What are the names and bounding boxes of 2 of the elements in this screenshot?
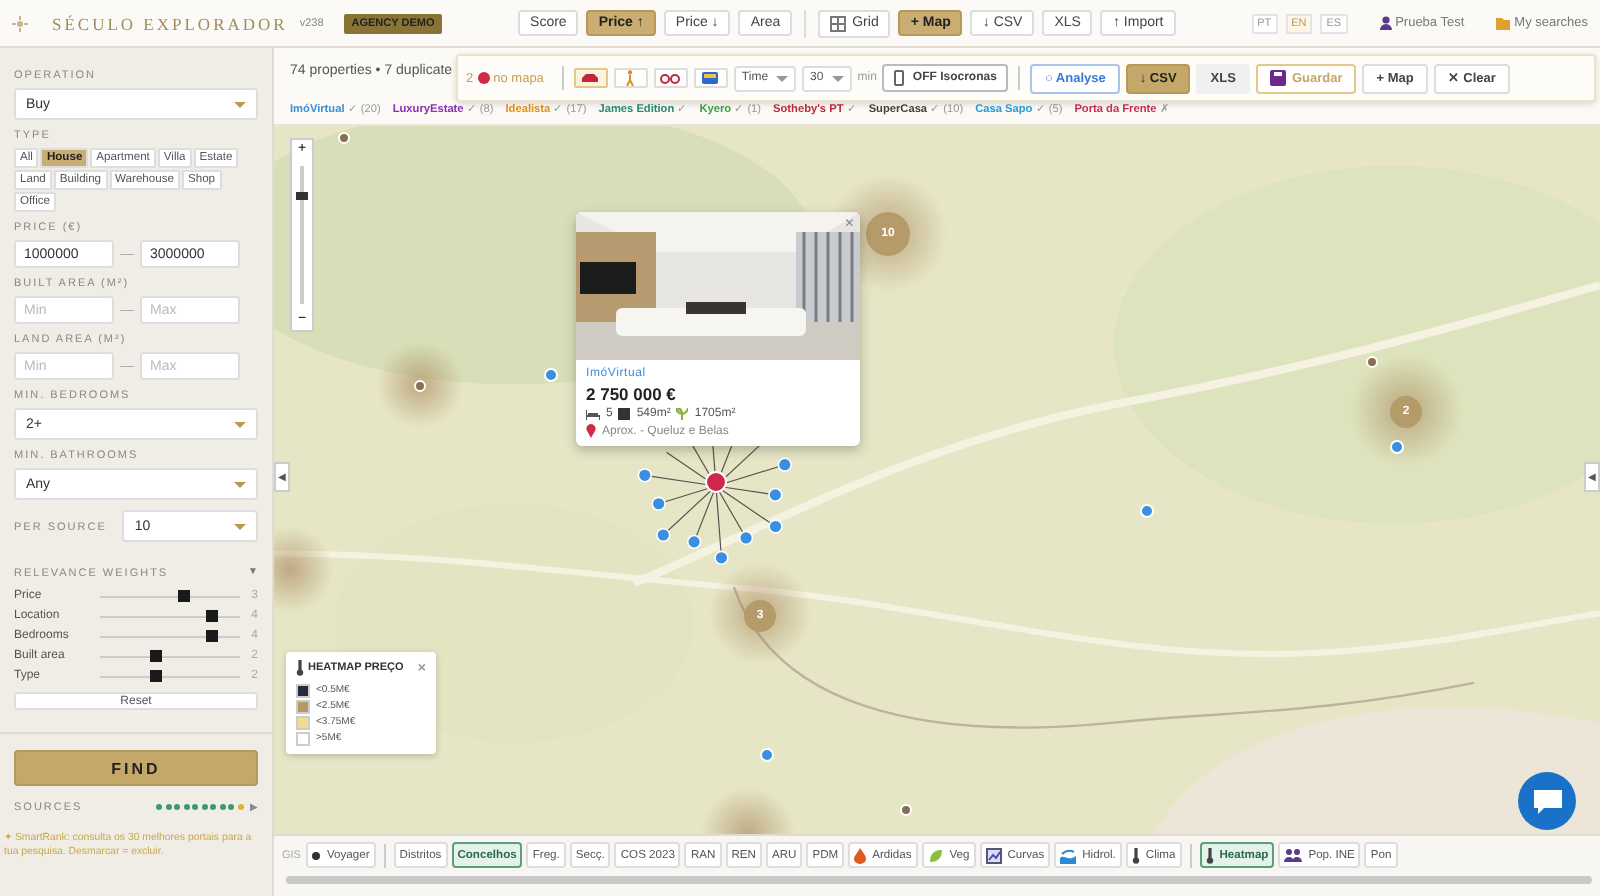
find-button[interactable]: FIND xyxy=(14,750,258,786)
app-title: SÉCULO EXPLORADOR xyxy=(52,13,288,33)
